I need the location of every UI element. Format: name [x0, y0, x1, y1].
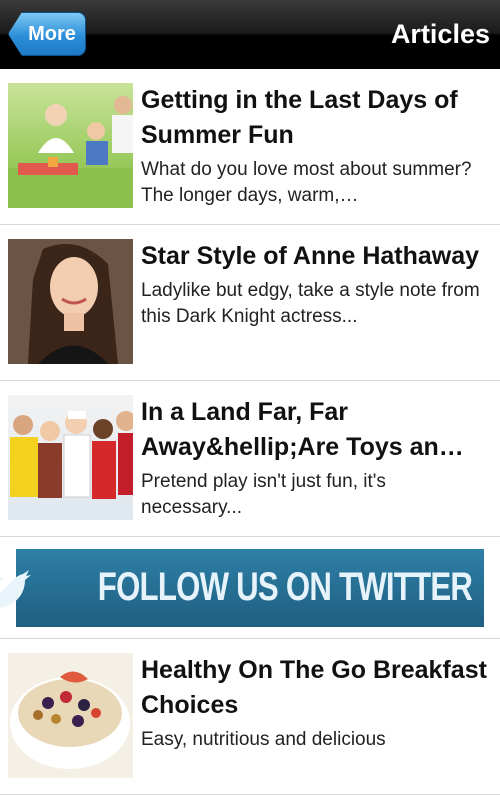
- banner-text: FOLLOW US ON TWITTER: [97, 565, 473, 609]
- article-row[interactable]: Healthy On The Go Breakfast Choices Easy…: [0, 639, 500, 795]
- twitter-bird-icon: [0, 569, 32, 608]
- article-summary: Ladylike but edgy, take a style note fro…: [141, 280, 480, 327]
- granola-bowl-thumbnail: [8, 653, 133, 778]
- article-summary: What do you love most about summer? The …: [141, 159, 472, 206]
- kids-costumes-thumbnail: [8, 395, 133, 520]
- article-list: Getting in the Last Days of Summer Fun W…: [0, 69, 500, 795]
- article-summary: Easy, nutritious and delicious: [141, 729, 386, 750]
- more-back-button[interactable]: More: [8, 12, 86, 56]
- article-row[interactable]: Getting in the Last Days of Summer Fun W…: [0, 69, 500, 225]
- navigation-bar: More Articles: [0, 0, 500, 69]
- page-title: Articles: [390, 19, 490, 49]
- twitter-banner-row: FOLLOW US ON TWITTER: [0, 537, 500, 639]
- article-title: Healthy On The Go Breakfast Choices: [141, 656, 487, 719]
- article-row[interactable]: In a Land Far, Far Away&hellip;Are Toys …: [0, 381, 500, 537]
- article-title: Getting in the Last Days of Summer Fun: [141, 86, 458, 149]
- article-row[interactable]: Star Style of Anne Hathaway Ladylike but…: [0, 225, 500, 381]
- follow-twitter-banner[interactable]: FOLLOW US ON TWITTER: [0, 548, 484, 627]
- article-summary: Pretend play isn't just fun, it's necess…: [141, 471, 386, 518]
- article-title: Star Style of Anne Hathaway: [141, 242, 480, 270]
- article-title: In a Land Far, Far Away&hellip;Are Toys …: [141, 398, 464, 461]
- family-picnic-thumbnail: [8, 83, 133, 208]
- celebrity-portrait-thumbnail: [8, 239, 133, 364]
- more-back-label: More: [28, 22, 76, 45]
